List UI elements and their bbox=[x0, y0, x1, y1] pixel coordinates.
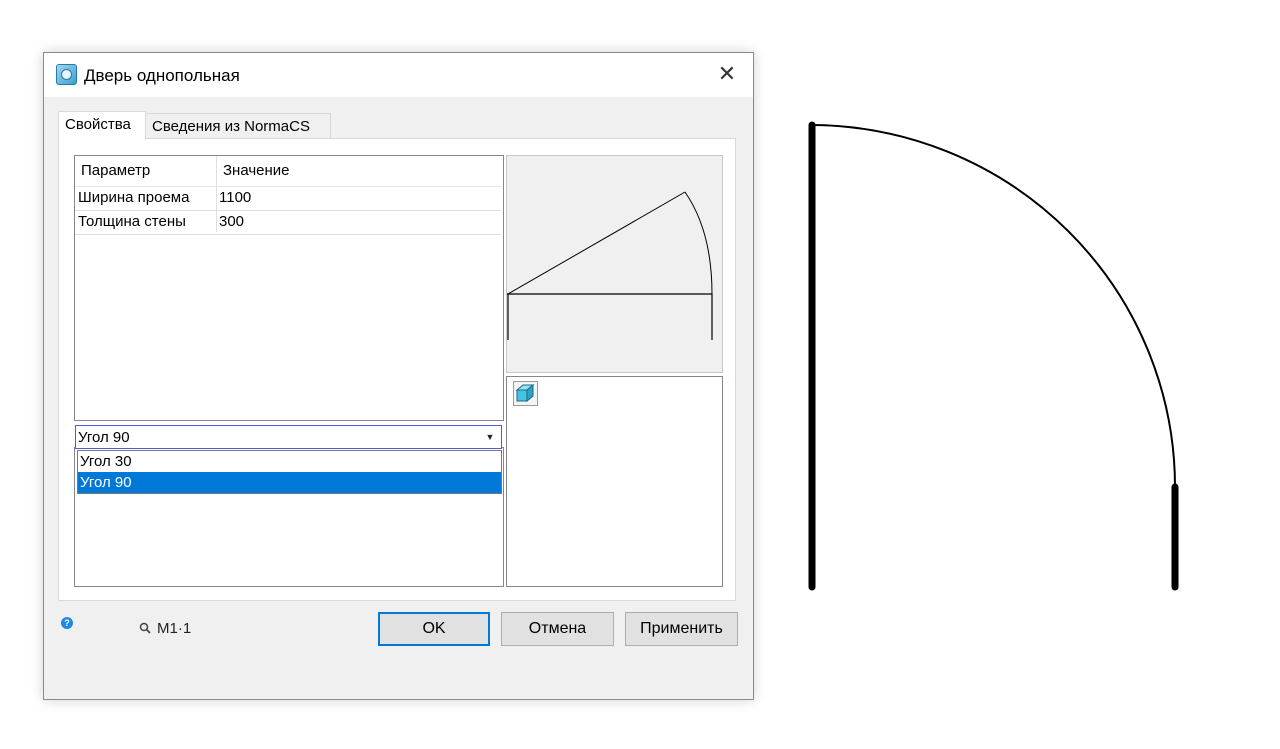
door-preview-2d bbox=[506, 155, 723, 373]
cancel-button[interactable]: Отмена bbox=[501, 612, 614, 646]
scale-label[interactable]: M1·1 bbox=[157, 620, 191, 637]
close-icon[interactable]: ✕ bbox=[715, 63, 739, 87]
door-preview-drawing bbox=[507, 191, 713, 340]
properties-panel: Параметр Значение Ширина проема 1100 Тол… bbox=[58, 138, 736, 601]
param-name: Толщина стены bbox=[78, 213, 186, 230]
tab-normacs[interactable]: Сведения из NormaCS bbox=[145, 113, 331, 139]
apply-button[interactable]: Применить bbox=[625, 612, 738, 646]
parameter-grid: Параметр Значение Ширина проема 1100 Тол… bbox=[74, 155, 504, 421]
ok-button[interactable]: OK bbox=[378, 612, 490, 646]
angle-select-value: Угол 90 bbox=[78, 429, 130, 446]
grid-header: Параметр Значение bbox=[75, 156, 501, 187]
angle-select[interactable]: Угол 90 ▼ bbox=[75, 425, 502, 449]
title-bar: Дверь однопольная ✕ bbox=[44, 53, 753, 97]
help-icon[interactable]: ? bbox=[61, 617, 73, 629]
param-value[interactable]: 300 bbox=[219, 213, 244, 230]
table-row[interactable]: Толщина стены 300 bbox=[75, 210, 501, 235]
door-dialog: Дверь однопольная ✕ Свойства Сведения из… bbox=[43, 52, 754, 700]
angle-dropdown-list: Угол 30 Угол 90 bbox=[77, 450, 502, 494]
dropdown-option-30[interactable]: Угол 30 bbox=[78, 451, 501, 472]
column-header-value: Значение bbox=[223, 162, 290, 179]
zoom-icon[interactable] bbox=[139, 622, 151, 634]
table-row[interactable]: Ширина проема 1100 bbox=[75, 186, 501, 211]
dropdown-option-90[interactable]: Угол 90 bbox=[78, 472, 501, 493]
param-name: Ширина проема bbox=[78, 189, 190, 206]
app-icon bbox=[56, 64, 77, 85]
tab-properties[interactable]: Свойства bbox=[58, 111, 146, 140]
door-preview-3d bbox=[506, 376, 723, 587]
cube-3d-icon[interactable] bbox=[513, 381, 538, 406]
dialog-title: Дверь однопольная bbox=[84, 66, 240, 85]
chevron-down-icon[interactable]: ▼ bbox=[482, 429, 498, 445]
door-drawing-large bbox=[808, 121, 1179, 591]
column-header-parameter: Параметр bbox=[81, 162, 151, 179]
param-value[interactable]: 1100 bbox=[219, 189, 251, 206]
